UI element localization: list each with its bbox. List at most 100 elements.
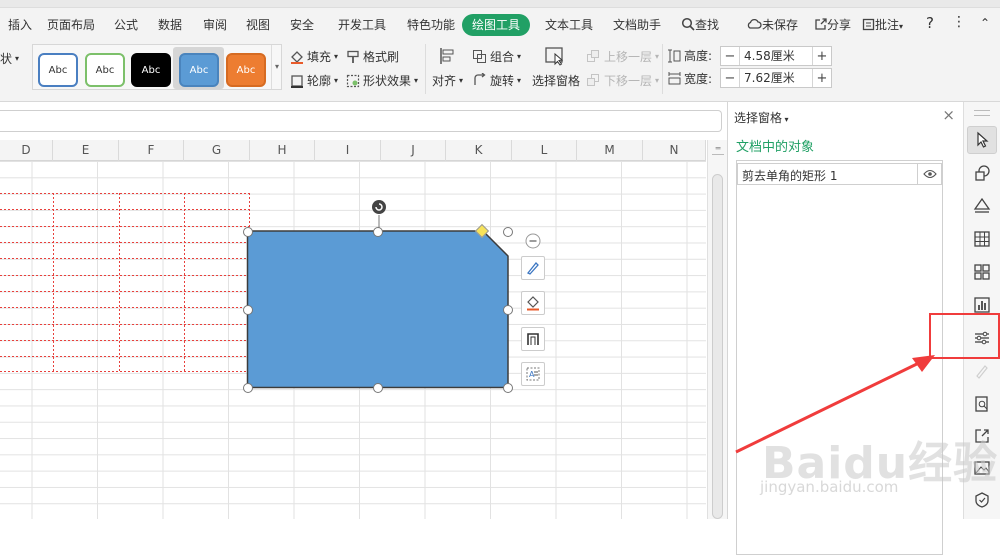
tab-drawing-tools[interactable]: 绘图工具 <box>462 14 530 36</box>
scroll-thumb[interactable] <box>712 174 723 519</box>
column-header-j[interactable]: J <box>381 140 446 161</box>
column-header-d[interactable]: D <box>0 140 53 161</box>
height-decrease-button[interactable]: − <box>721 49 739 64</box>
collapse-toolbar-icon[interactable] <box>525 233 541 249</box>
outline-icon <box>527 333 539 345</box>
shape-style-1[interactable]: Abc <box>38 53 78 87</box>
menu-insert[interactable]: 插入 <box>8 16 32 33</box>
resize-handle-top-right[interactable] <box>503 227 513 237</box>
backup-panel-button[interactable] <box>967 390 997 418</box>
menu-features[interactable]: 特色功能 <box>407 16 455 33</box>
shape-style-4[interactable]: Abc <box>179 53 219 87</box>
resize-handle-bottom[interactable] <box>373 383 383 393</box>
ribbon-left-cut-text: 状 <box>0 52 13 66</box>
search-button[interactable]: 查找 <box>681 16 719 33</box>
width-decrease-button[interactable]: − <box>721 71 739 86</box>
width-increase-button[interactable]: + <box>813 71 831 86</box>
align-button[interactable]: 对齐 ▾ <box>432 72 463 89</box>
move-down-button[interactable]: 下移一层 ▾ <box>586 72 659 89</box>
search-icon <box>681 17 695 31</box>
shape-style-5[interactable]: Abc <box>226 53 266 87</box>
vertical-scrollbar[interactable]: ═ <box>707 140 727 519</box>
column-header-m[interactable]: M <box>577 140 643 161</box>
snip-corner-rectangle-shape[interactable] <box>246 229 511 390</box>
column-header-g[interactable]: G <box>184 140 250 161</box>
menu-formula[interactable]: 公式 <box>114 16 138 33</box>
shape-effect-button[interactable]: 形状效果 ▾ <box>346 72 418 89</box>
resize-handle-top[interactable] <box>373 227 383 237</box>
column-header-n[interactable]: N <box>643 140 706 161</box>
ribbon-drawing-tools: 状 ▾ Abc Abc Abc Abc Abc ▾ 填充 ▾ 格式刷 轮廓 ▾ 形状效… <box>0 42 1000 102</box>
collapse-chevron-icon[interactable]: ⌃ <box>980 16 990 30</box>
outline-button[interactable]: 轮廓 ▾ <box>290 72 338 89</box>
height-increase-button[interactable]: + <box>813 49 831 64</box>
scroll-up-arrow-icon[interactable]: ═ <box>712 145 724 153</box>
move-up-button[interactable]: 上移一层 ▾ <box>586 48 659 65</box>
column-header-k[interactable]: K <box>446 140 512 161</box>
menu-text-tools[interactable]: 文本工具 <box>545 16 593 33</box>
shape-fill-quick-button[interactable] <box>521 291 545 315</box>
shapes-panel-button[interactable] <box>967 159 997 187</box>
comment-button[interactable]: 批注▾ <box>862 16 903 33</box>
resize-handle-left[interactable] <box>243 305 253 315</box>
shape-style-2[interactable]: Abc <box>85 53 125 87</box>
menu-security[interactable]: 安全 <box>290 16 314 33</box>
disabled-sidebar-button[interactable] <box>967 357 997 385</box>
column-header-e[interactable]: E <box>53 140 119 161</box>
fill-button[interactable]: 填充 ▾ <box>290 48 338 65</box>
selection-pane-icon <box>544 46 566 66</box>
move-down-label: 下移一层 <box>604 74 653 88</box>
layers-panel-button[interactable] <box>967 192 997 220</box>
table-panel-button[interactable] <box>967 225 997 253</box>
menu-page-layout[interactable]: 页面布局 <box>47 16 95 33</box>
menu-view[interactable]: 视图 <box>246 16 270 33</box>
more-button[interactable]: ⋮ <box>952 14 966 30</box>
menu-data[interactable]: 数据 <box>158 16 182 33</box>
gallery-more-button[interactable]: ▾ <box>271 45 282 89</box>
visibility-eye-icon[interactable] <box>917 164 941 184</box>
fill-label: 填充 <box>307 50 332 64</box>
layers-icon <box>973 197 991 213</box>
formula-input[interactable] <box>0 110 722 132</box>
shape-style-quick-button[interactable] <box>521 256 545 280</box>
unsaved-button[interactable]: 未保存 <box>746 16 798 33</box>
watermark-url: jingyan.baidu.com <box>760 478 899 496</box>
close-icon[interactable]: × <box>942 106 955 124</box>
selection-pane-button[interactable]: 选择窗格 <box>532 72 580 89</box>
list-item[interactable]: 剪去单角的矩形 1 <box>737 163 942 185</box>
comment-label: 批注 <box>875 18 900 32</box>
menu-developer[interactable]: 开发工具 <box>338 16 386 33</box>
resize-handle-bottom-right[interactable] <box>503 383 513 393</box>
menu-doc-assistant[interactable]: 文档助手 <box>613 16 661 33</box>
column-header-i[interactable]: I <box>315 140 381 161</box>
chevron-down-icon: ▾ <box>899 22 904 31</box>
height-input[interactable]: 4.58厘米 <box>739 47 813 65</box>
resize-handle-top-left[interactable] <box>243 227 253 237</box>
column-header-f[interactable]: F <box>119 140 184 161</box>
group-label: 组合 <box>490 50 515 64</box>
shape-outline-quick-button[interactable] <box>521 327 545 351</box>
search-label: 查找 <box>695 18 720 32</box>
share-button[interactable]: 分享 <box>814 16 851 33</box>
rotate-button[interactable]: 旋转 ▾ <box>472 72 521 89</box>
apps-panel-button[interactable] <box>967 258 997 286</box>
column-header-h[interactable]: H <box>250 140 315 161</box>
chevron-down-icon: ▾ <box>655 76 660 85</box>
width-label-text: 宽度: <box>684 72 713 86</box>
resize-handle-right[interactable] <box>503 305 513 315</box>
select-pointer-button[interactable] <box>967 126 997 154</box>
rotate-label: 旋转 <box>490 74 515 88</box>
ribbon-left-cut-label[interactable]: 状 ▾ <box>0 50 19 67</box>
height-label: 高度: <box>668 47 712 64</box>
column-header-l[interactable]: L <box>512 140 577 161</box>
format-brush-button[interactable]: 格式刷 <box>346 48 399 65</box>
text-wrap-quick-button[interactable]: A <box>521 362 545 386</box>
send-backward-icon <box>587 74 599 86</box>
shape-style-3[interactable]: Abc <box>131 53 171 87</box>
selection-pane-title[interactable]: 选择窗格 ▾ <box>734 109 789 126</box>
resize-handle-bottom-left[interactable] <box>243 383 253 393</box>
help-button[interactable]: ? <box>926 14 934 32</box>
menu-review[interactable]: 审阅 <box>203 16 227 33</box>
width-input[interactable]: 7.62厘米 <box>739 69 813 87</box>
group-button[interactable]: 组合 ▾ <box>472 48 521 65</box>
